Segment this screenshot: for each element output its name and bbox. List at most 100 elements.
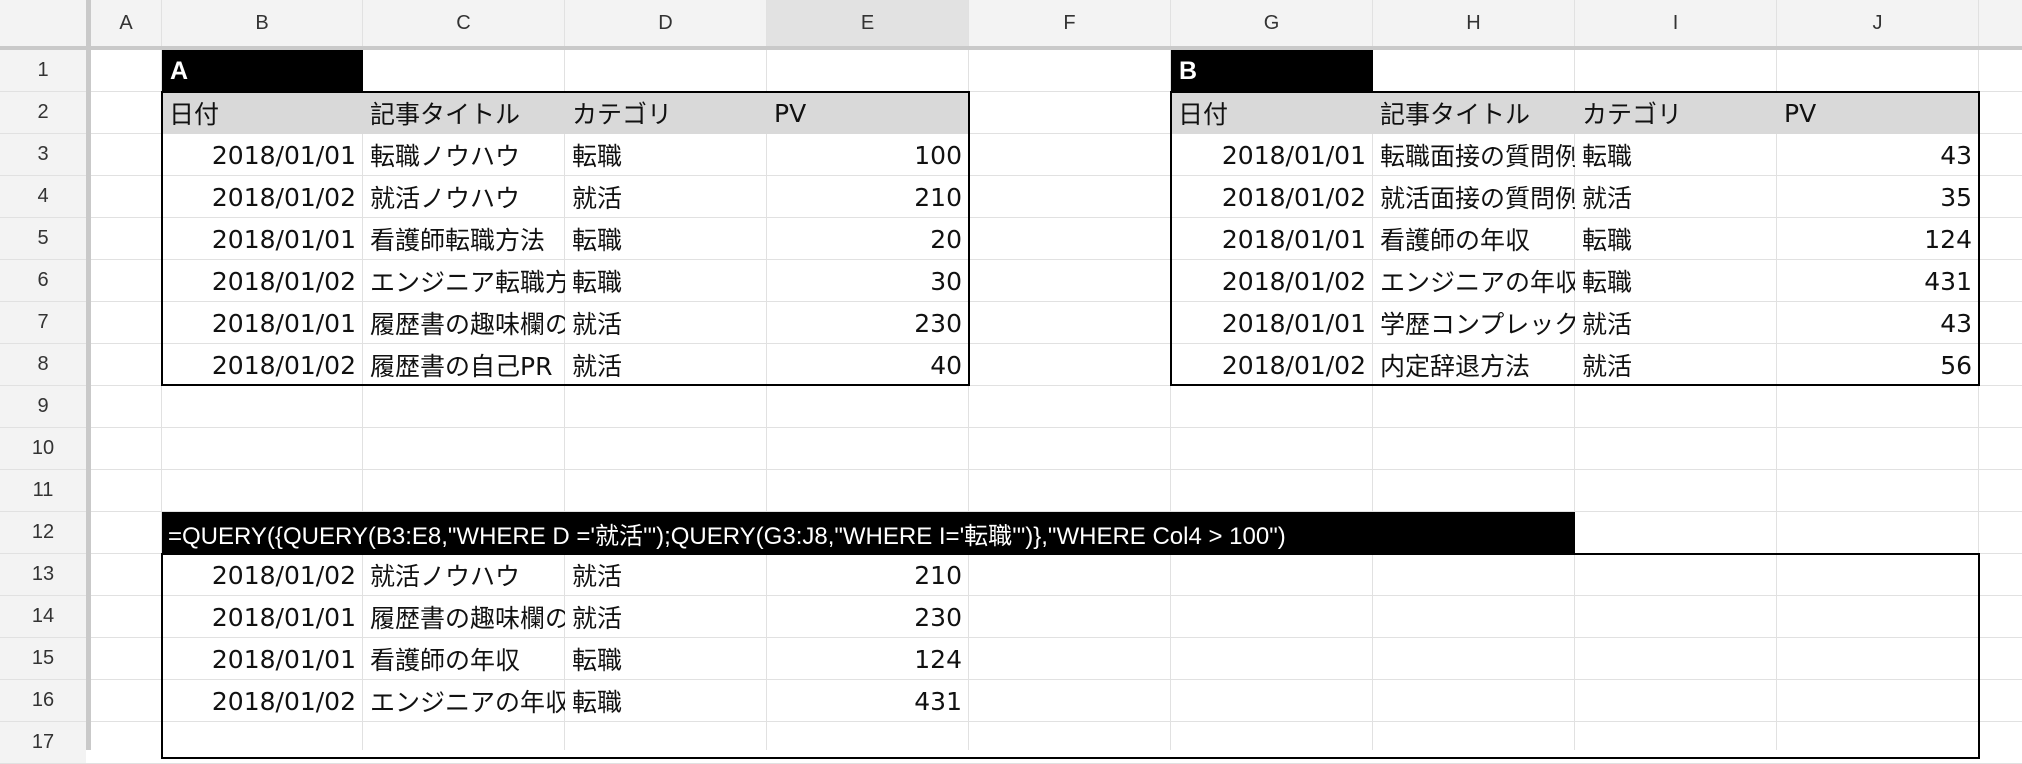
row-header-2[interactable]: 2: [0, 92, 86, 133]
result-cell[interactable]: 就活: [565, 554, 767, 596]
table-b-cell[interactable]: 転職: [1575, 218, 1777, 260]
column-header-h[interactable]: H: [1373, 0, 1574, 47]
table-a-cell[interactable]: エンジニア転職方法: [363, 260, 565, 302]
row-header-8[interactable]: 8: [0, 344, 86, 385]
table-b-header-cell[interactable]: 日付: [1171, 92, 1373, 134]
result-cell[interactable]: エンジニアの年収: [363, 680, 565, 722]
table-b-header-cell[interactable]: 記事タイトル: [1373, 92, 1575, 134]
table-b-header-cell[interactable]: PV: [1777, 92, 1979, 134]
row-header-16[interactable]: 16: [0, 680, 86, 721]
table-a-cell[interactable]: 履歴書の自己PR: [363, 344, 565, 386]
column-header-c[interactable]: C: [363, 0, 564, 47]
table-b-cell[interactable]: 転職: [1575, 134, 1777, 176]
table-b-cell[interactable]: 2018/01/02: [1171, 260, 1373, 302]
row-header-7[interactable]: 7: [0, 302, 86, 343]
table-b-cell[interactable]: 就活: [1575, 344, 1777, 386]
result-cell[interactable]: 2018/01/02: [162, 680, 363, 722]
result-cell[interactable]: 就活ノウハウ: [363, 554, 565, 596]
table-a-cell[interactable]: 2018/01/01: [162, 218, 363, 260]
table-a-cell[interactable]: 就活: [565, 302, 767, 344]
table-a-cell[interactable]: 就活: [565, 344, 767, 386]
table-b-cell[interactable]: 2018/01/02: [1171, 344, 1373, 386]
result-cell[interactable]: 就活: [565, 596, 767, 638]
table-b-header-cell[interactable]: カテゴリ: [1575, 92, 1777, 134]
table-a-cell[interactable]: 履歴書の趣味欄の書き方: [363, 302, 565, 344]
table-b-cell[interactable]: 2018/01/01: [1171, 218, 1373, 260]
table-a-header-cell[interactable]: 日付: [162, 92, 363, 134]
table-a-cell[interactable]: 100: [767, 134, 969, 176]
table-b-cell[interactable]: 56: [1777, 344, 1979, 386]
row-header-6[interactable]: 6: [0, 260, 86, 301]
result-cell[interactable]: 履歴書の趣味欄の書き方: [363, 596, 565, 638]
column-header-a[interactable]: A: [91, 0, 161, 47]
column-header-j[interactable]: J: [1777, 0, 1978, 47]
table-b-cell[interactable]: 2018/01/01: [1171, 134, 1373, 176]
row-header-12[interactable]: 12: [0, 512, 86, 553]
table-a-header-cell[interactable]: 記事タイトル: [363, 92, 565, 134]
row-header-15[interactable]: 15: [0, 638, 86, 679]
table-a-header-cell[interactable]: PV: [767, 92, 969, 134]
row-header-5[interactable]: 5: [0, 218, 86, 259]
spreadsheet-grid[interactable]: A B C D E F G H I J 1 2 3 4 5 6 7 8 9 10 11 12 13 14 15 16 17 A 日付 記事…: [0, 0, 2022, 764]
result-cell[interactable]: 2018/01/01: [162, 596, 363, 638]
result-cell[interactable]: 431: [767, 680, 969, 722]
result-cell[interactable]: 210: [767, 554, 969, 596]
table-b-cell[interactable]: 2018/01/01: [1171, 302, 1373, 344]
column-header-e[interactable]: E: [767, 0, 968, 47]
table-a-cell[interactable]: 2018/01/01: [162, 302, 363, 344]
table-a-cell[interactable]: 転職: [565, 134, 767, 176]
row-header-4[interactable]: 4: [0, 176, 86, 217]
result-cell[interactable]: 2018/01/01: [162, 638, 363, 680]
table-b-cell[interactable]: 看護師の年収: [1373, 218, 1575, 260]
query-formula-cell[interactable]: =QUERY({QUERY(B3:E8,"WHERE D ='就活'");QUE…: [162, 512, 1575, 554]
table-a-cell[interactable]: 20: [767, 218, 969, 260]
table-b-cell[interactable]: 就活: [1575, 176, 1777, 218]
result-cell[interactable]: 2018/01/02: [162, 554, 363, 596]
table-a-cell[interactable]: 210: [767, 176, 969, 218]
table-b-cell[interactable]: 43: [1777, 302, 1979, 344]
result-cell[interactable]: 230: [767, 596, 969, 638]
table-b-cell[interactable]: 35: [1777, 176, 1979, 218]
result-cell[interactable]: 転職: [565, 680, 767, 722]
table-b-cell[interactable]: 124: [1777, 218, 1979, 260]
row-header-17[interactable]: 17: [0, 722, 86, 763]
row-header-13[interactable]: 13: [0, 554, 86, 595]
row-header-14[interactable]: 14: [0, 596, 86, 637]
row-header-9[interactable]: 9: [0, 386, 86, 427]
row-header-1[interactable]: 1: [0, 50, 86, 91]
row-header-10[interactable]: 10: [0, 428, 86, 469]
table-a-cell[interactable]: 転職ノウハウ: [363, 134, 565, 176]
result-cell[interactable]: 124: [767, 638, 969, 680]
table-b-cell[interactable]: 転職面接の質問例: [1373, 134, 1575, 176]
column-header-i[interactable]: I: [1575, 0, 1776, 47]
table-b-cell[interactable]: 学歴コンプレックス: [1373, 302, 1575, 344]
row-header-11[interactable]: 11: [0, 470, 86, 511]
table-a-cell[interactable]: 2018/01/02: [162, 176, 363, 218]
column-header-f[interactable]: F: [969, 0, 1170, 47]
table-a-cell[interactable]: 2018/01/01: [162, 134, 363, 176]
column-header-overflow[interactable]: [1979, 0, 2022, 47]
table-a-cell[interactable]: 就活: [565, 176, 767, 218]
table-a-cell[interactable]: 30: [767, 260, 969, 302]
table-a-header-cell[interactable]: カテゴリ: [565, 92, 767, 134]
table-a-cell[interactable]: 転職: [565, 218, 767, 260]
row-header-3[interactable]: 3: [0, 134, 86, 175]
column-header-d[interactable]: D: [565, 0, 766, 47]
result-cell[interactable]: 転職: [565, 638, 767, 680]
table-a-cell[interactable]: 2018/01/02: [162, 260, 363, 302]
table-b-cell[interactable]: 就活: [1575, 302, 1777, 344]
table-a-cell[interactable]: 就活ノウハウ: [363, 176, 565, 218]
table-a-cell[interactable]: 転職: [565, 260, 767, 302]
table-b-cell[interactable]: 43: [1777, 134, 1979, 176]
column-header-g[interactable]: G: [1171, 0, 1372, 47]
frozen-column-divider[interactable]: [86, 0, 91, 750]
table-b-cell[interactable]: エンジニアの年収: [1373, 260, 1575, 302]
table-a-cell[interactable]: 看護師転職方法: [363, 218, 565, 260]
table-b-cell[interactable]: 内定辞退方法: [1373, 344, 1575, 386]
table-b-cell[interactable]: 431: [1777, 260, 1979, 302]
table-b-cell[interactable]: 2018/01/02: [1171, 176, 1373, 218]
table-a-cell[interactable]: 40: [767, 344, 969, 386]
column-header-b[interactable]: B: [162, 0, 362, 47]
table-b-cell[interactable]: 転職: [1575, 260, 1777, 302]
table-a-cell[interactable]: 230: [767, 302, 969, 344]
